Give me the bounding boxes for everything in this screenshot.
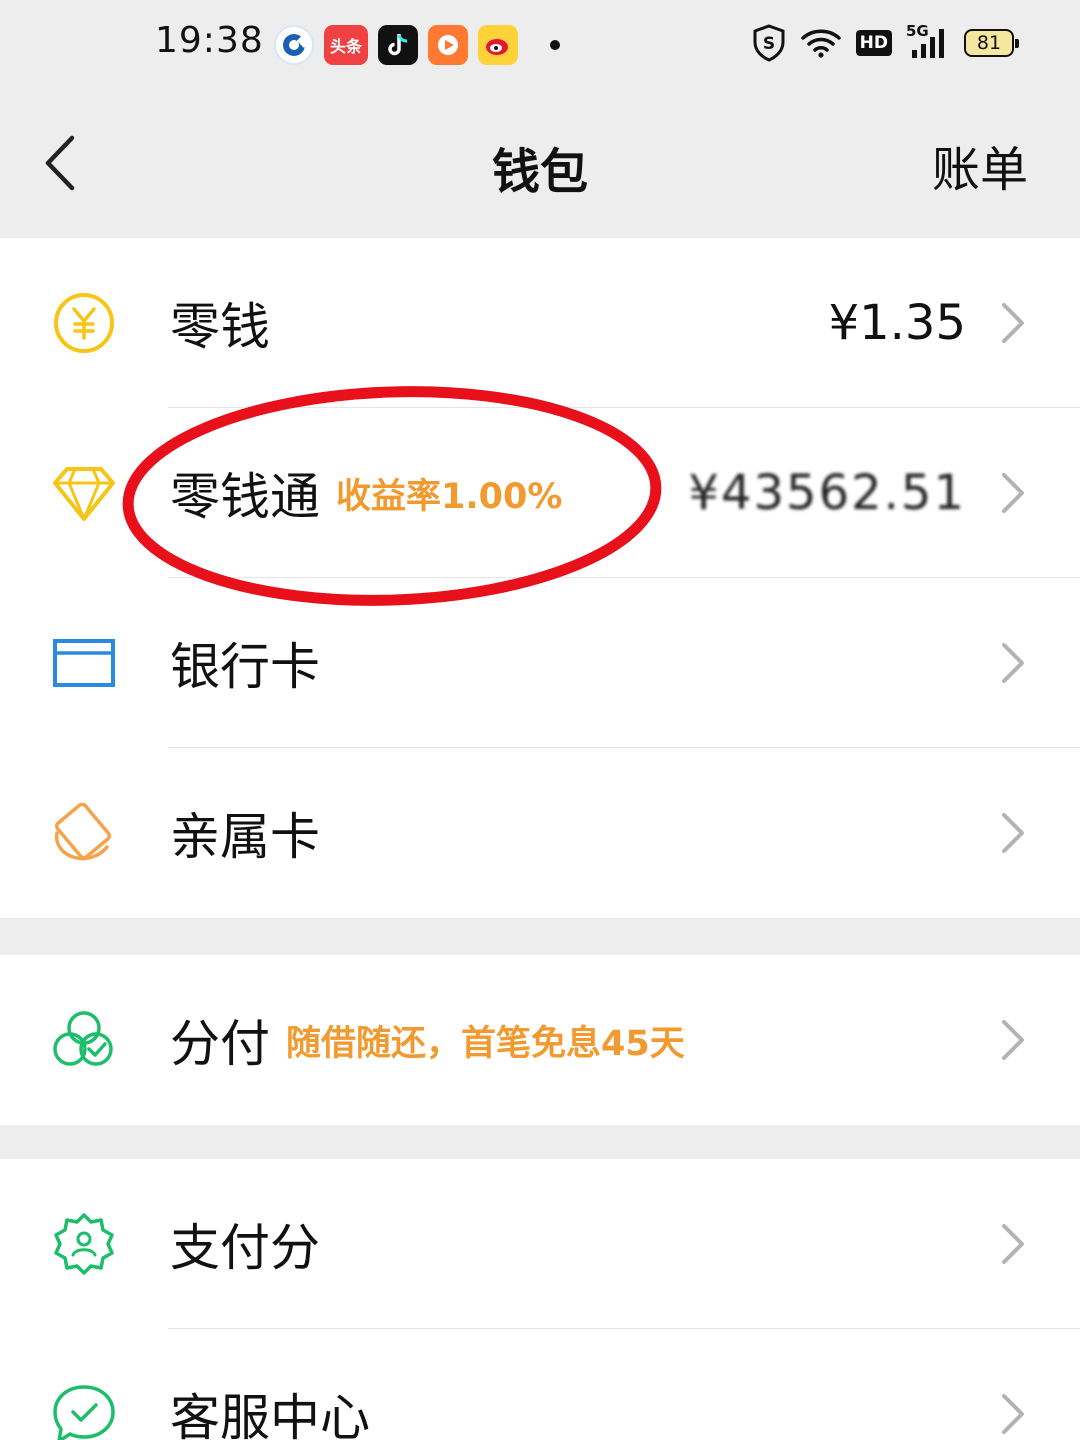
- hd-call-badge: HD: [855, 30, 892, 56]
- lingqiantong-label: 零钱通 收益率1.00%: [170, 468, 563, 526]
- payscore-label: 支付分: [170, 1219, 320, 1277]
- notification-icons: 头条: [274, 25, 560, 65]
- status-time: 19:38: [155, 20, 264, 61]
- family-card-row[interactable]: 亲属卡: [0, 748, 1080, 918]
- weibo-app-icon: [478, 25, 518, 65]
- more-notifications-dot: [550, 40, 560, 50]
- chevron-right-icon: [998, 1017, 1028, 1063]
- wifi-icon: [800, 27, 842, 59]
- battery-indicator: 81: [964, 29, 1019, 57]
- chevron-right-icon: [998, 470, 1028, 516]
- bank-card-row[interactable]: 银行卡: [0, 578, 1080, 748]
- lingqiantong-balance: ¥43562.51: [688, 465, 966, 521]
- status-bar: 19:38 头条 S HD 5G 81: [0, 0, 1080, 90]
- fenfu-circles-icon: [50, 1006, 118, 1074]
- signal-icon: 5G: [906, 22, 950, 60]
- page-title: 钱包: [491, 144, 588, 200]
- bank-card-label: 银行卡: [170, 638, 320, 696]
- bill-button[interactable]: 账单: [932, 130, 1028, 200]
- wallet-assets-section: 零钱 ¥1.35 零钱通 收益率1.00% ¥43562.51 银行卡 亲属卡: [0, 238, 1080, 918]
- customer-service-icon: [50, 1380, 118, 1440]
- payscore-row[interactable]: 支付分: [0, 1159, 1080, 1329]
- chevron-right-icon: [998, 640, 1028, 686]
- chevron-right-icon: [998, 810, 1028, 856]
- customer-service-row[interactable]: 客服中心: [0, 1329, 1080, 1440]
- network-type-label: 5G: [906, 22, 929, 40]
- yield-rate-tag: 收益率1.00%: [336, 477, 563, 517]
- family-card-label: 亲属卡: [170, 808, 320, 866]
- family-card-icon: [50, 799, 118, 867]
- change-row[interactable]: 零钱 ¥1.35: [0, 238, 1080, 408]
- services-section: 支付分 客服中心: [0, 1159, 1080, 1440]
- shield-icon: S: [752, 24, 786, 62]
- chevron-right-icon: [998, 1391, 1028, 1437]
- svg-text:S: S: [763, 34, 775, 54]
- change-balance: ¥1.35: [828, 295, 966, 351]
- wallet-page: 19:38 头条 S HD 5G 81 钱包 账单 零钱 ¥1.35 零钱通 收…: [0, 0, 1080, 1440]
- yuan-coin-icon: [50, 289, 118, 357]
- credit-section: 分付 随借随还，首笔免息45天: [0, 955, 1080, 1125]
- bank-card-icon: [50, 629, 118, 697]
- toutiao-app-icon: 头条: [324, 25, 368, 65]
- chevron-right-icon: [998, 1221, 1028, 1267]
- video-app-icon: [428, 25, 468, 65]
- douyin-app-icon: [378, 25, 418, 65]
- payscore-badge-icon: [50, 1210, 118, 1278]
- diamond-icon: [50, 459, 118, 527]
- system-icons: S HD 5G 81: [752, 22, 1019, 62]
- fenfu-label: 分付 随借随还，首笔免息45天: [170, 1015, 685, 1073]
- fenfu-row[interactable]: 分付 随借随还，首笔免息45天: [0, 955, 1080, 1125]
- fenfu-promo-tag: 随借随还，首笔免息45天: [286, 1024, 685, 1064]
- change-label: 零钱: [170, 298, 270, 356]
- chevron-right-icon: [998, 300, 1028, 346]
- lingqiantong-row[interactable]: 零钱通 收益率1.00% ¥43562.51: [0, 408, 1080, 578]
- title-bar: 钱包 账单: [0, 90, 1080, 238]
- customer-service-label: 客服中心: [170, 1389, 370, 1440]
- ccb-app-icon: [274, 25, 314, 65]
